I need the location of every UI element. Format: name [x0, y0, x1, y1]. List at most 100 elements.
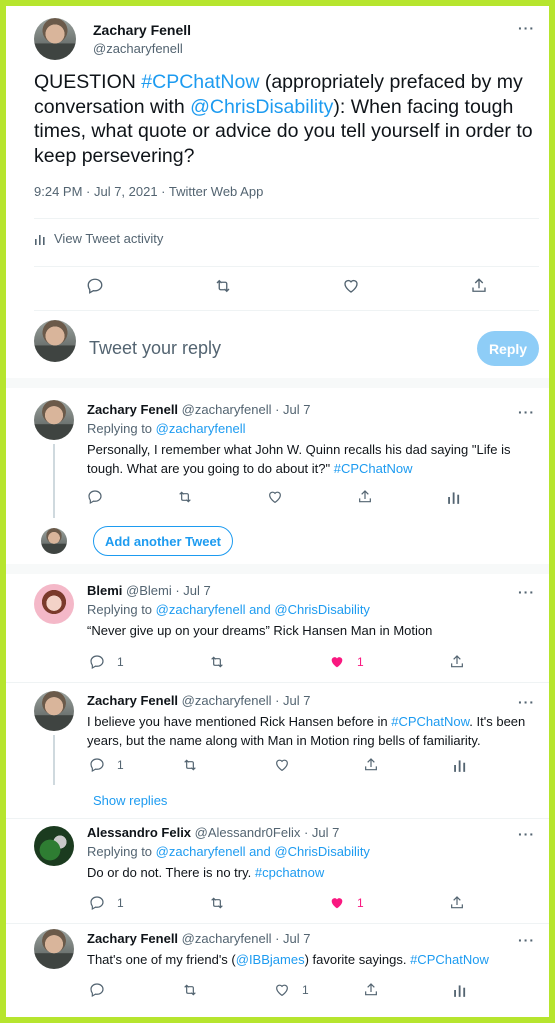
- tweet-header: Zachary Fenell @zacharyfenell · Jul 7: [87, 931, 310, 946]
- divider: [34, 218, 539, 219]
- tweet-text: Do or do not. There is no try. #cpchatno…: [87, 863, 527, 882]
- analytics-icon[interactable]: [453, 757, 469, 773]
- reply-icon[interactable]: [86, 277, 104, 295]
- author-meta[interactable]: @Alessandr0Felix · Jul 7: [195, 825, 340, 840]
- author-name[interactable]: Zachary Fenell: [87, 693, 178, 708]
- author-meta[interactable]: @zacharyfenell · Jul 7: [182, 402, 311, 417]
- retweet-icon[interactable]: [214, 277, 232, 295]
- avatar[interactable]: [34, 929, 74, 969]
- tweet-text-part: Personally, I remember what John W. Quin…: [87, 442, 511, 476]
- tweet-action-bar: [87, 489, 463, 505]
- divider: [6, 923, 549, 924]
- author-meta[interactable]: @zacharyfenell · Jul 7: [182, 693, 311, 708]
- share-icon[interactable]: [449, 654, 465, 670]
- hashtag-link[interactable]: #CPChatNow: [410, 952, 489, 967]
- author-handle[interactable]: @zacharyfenell: [93, 41, 183, 56]
- mention-link[interactable]: @zacharyfenell and @ChrisDisability: [156, 844, 370, 859]
- author-name[interactable]: Zachary Fenell: [93, 22, 191, 38]
- more-options-icon[interactable]: ···: [518, 694, 535, 710]
- share-icon[interactable]: [363, 982, 379, 998]
- avatar[interactable]: [34, 18, 76, 60]
- tweet-text-part: QUESTION: [34, 71, 142, 93]
- show-replies-link[interactable]: Show replies: [93, 793, 167, 808]
- divider: [6, 682, 549, 683]
- like-icon[interactable]: [342, 277, 360, 295]
- hashtag-link[interactable]: #CPChatNow: [391, 714, 469, 729]
- tweet-timestamp[interactable]: 9:24 PM · Jul 7, 2021 · Twitter Web App: [34, 184, 263, 199]
- replying-label: Replying to: [87, 844, 153, 859]
- hashtag-link[interactable]: #cpchatnow: [255, 865, 324, 880]
- like-action[interactable]: 1: [329, 895, 364, 911]
- reply-icon: [90, 896, 104, 911]
- reply-action[interactable]: 1: [89, 654, 124, 670]
- divider: [34, 310, 539, 311]
- like-count: 1: [357, 896, 364, 910]
- author-name[interactable]: Zachary Fenell: [87, 402, 178, 417]
- author-meta[interactable]: @Blemi · Jul 7: [126, 583, 211, 598]
- reply-action[interactable]: 1: [89, 757, 124, 773]
- thread-connector: [53, 444, 55, 518]
- like-icon[interactable]: [267, 489, 283, 505]
- reply-input[interactable]: Tweet your reply: [89, 338, 221, 359]
- like-action[interactable]: 1: [329, 654, 364, 670]
- avatar[interactable]: [34, 826, 74, 866]
- like-icon[interactable]: [274, 757, 290, 773]
- reply-icon: [90, 758, 104, 773]
- more-options-icon[interactable]: ···: [518, 20, 535, 36]
- like-count: 1: [302, 983, 309, 997]
- hashtag-link[interactable]: #CPChatNow: [334, 461, 413, 476]
- tweet-header: Blemi @Blemi · Jul 7: [87, 583, 211, 598]
- divider: [34, 266, 539, 267]
- like-count: 1: [357, 655, 364, 669]
- reply-count: 1: [117, 896, 124, 910]
- add-another-tweet-button[interactable]: Add another Tweet: [93, 526, 233, 556]
- mention-link[interactable]: @IBBjames: [236, 952, 305, 967]
- retweet-icon[interactable]: [209, 895, 225, 911]
- more-options-icon[interactable]: ···: [518, 584, 535, 600]
- author-meta[interactable]: @zacharyfenell · Jul 7: [182, 931, 311, 946]
- share-icon[interactable]: [363, 757, 379, 773]
- reply-icon[interactable]: [87, 489, 103, 505]
- reply-icon[interactable]: [89, 982, 105, 998]
- avatar[interactable]: [34, 400, 74, 440]
- avatar[interactable]: [34, 584, 74, 624]
- author-name[interactable]: Zachary Fenell: [87, 931, 178, 946]
- divider: [6, 818, 549, 819]
- view-activity-link[interactable]: View Tweet activity: [34, 231, 163, 246]
- share-icon[interactable]: [449, 895, 465, 911]
- hashtag-link[interactable]: #CPChatNow: [141, 71, 259, 93]
- retweet-icon[interactable]: [209, 654, 225, 670]
- mention-link[interactable]: @zacharyfenell: [156, 421, 246, 436]
- like-action[interactable]: 1: [274, 982, 309, 998]
- tweet-text: QUESTION #CPChatNow (appropriately prefa…: [34, 70, 539, 168]
- share-icon[interactable]: [470, 277, 488, 295]
- replying-to: Replying to @zacharyfenell and @ChrisDis…: [87, 844, 370, 859]
- reply-action[interactable]: 1: [89, 895, 124, 911]
- analytics-icon: [34, 232, 48, 246]
- retweet-icon[interactable]: [182, 757, 198, 773]
- mention-link[interactable]: @zacharyfenell and @ChrisDisability: [156, 602, 370, 617]
- analytics-icon[interactable]: [453, 982, 469, 998]
- liked-heart-icon: [331, 898, 343, 909]
- more-options-icon[interactable]: ···: [518, 826, 535, 842]
- retweet-icon[interactable]: [182, 982, 198, 998]
- replying-label: Replying to: [87, 602, 153, 617]
- more-options-icon[interactable]: ···: [518, 932, 535, 948]
- avatar[interactable]: [34, 691, 74, 731]
- replying-to: Replying to @zacharyfenell: [87, 421, 245, 436]
- reply-button[interactable]: Reply: [477, 331, 539, 366]
- reply-count: 1: [117, 758, 124, 772]
- liked-heart-icon: [331, 657, 343, 668]
- author-name[interactable]: Blemi: [87, 583, 122, 598]
- tweet-header: Alessandro Felix @Alessandr0Felix · Jul …: [87, 825, 339, 840]
- tweet-text-part: I believe you have mentioned Rick Hansen…: [87, 714, 392, 729]
- tweet-text: That's one of my friend's (@IBBjames) fa…: [87, 950, 537, 969]
- section-separator: [6, 378, 549, 388]
- author-name[interactable]: Alessandro Felix: [87, 825, 191, 840]
- analytics-icon[interactable]: [447, 489, 463, 505]
- retweet-icon[interactable]: [177, 489, 193, 505]
- mention-link[interactable]: @ChrisDisability: [190, 96, 333, 118]
- more-options-icon[interactable]: ···: [518, 404, 535, 420]
- replying-to: Replying to @zacharyfenell and @ChrisDis…: [87, 602, 370, 617]
- share-icon[interactable]: [357, 489, 373, 505]
